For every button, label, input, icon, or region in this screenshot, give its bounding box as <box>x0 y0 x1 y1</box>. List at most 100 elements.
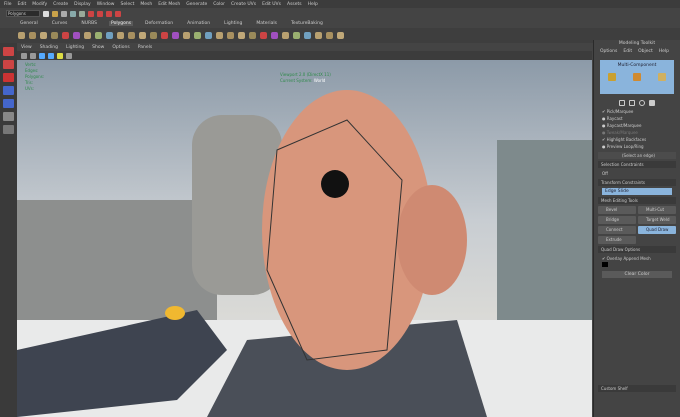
tool-bevel-button[interactable]: Bevel <box>598 206 636 214</box>
tool-multi-cut-button[interactable]: Multi-Cut <box>638 206 676 214</box>
select-tool-icon[interactable] <box>3 47 14 56</box>
layout-single-icon[interactable] <box>3 112 14 121</box>
move-tool-icon[interactable] <box>3 86 14 95</box>
edge-mode-icon[interactable] <box>632 73 641 81</box>
panel-menu-edit[interactable]: Edit <box>623 48 632 56</box>
constraint-off-field[interactable]: Off <box>594 170 680 177</box>
tab-deformation[interactable]: Deformation <box>143 21 175 26</box>
rotate-tool-icon[interactable] <box>3 99 14 108</box>
transform-constraints-header[interactable]: Transform Constraints <box>598 179 676 186</box>
menu-file[interactable]: File <box>4 2 12 7</box>
mesh-editing-tools-header[interactable]: Mesh Editing Tools <box>598 197 676 204</box>
select-box-icon[interactable] <box>619 100 625 106</box>
menu-generate[interactable]: Generate <box>186 2 207 7</box>
viewport-menu-view[interactable]: View <box>21 45 32 50</box>
mode-dropdown[interactable]: Polygons <box>6 10 40 17</box>
shelf-tool-icon[interactable] <box>326 32 333 39</box>
clear-color-button[interactable]: Clear Color <box>602 271 672 278</box>
shelf-tool-icon[interactable] <box>73 32 80 39</box>
tool-quad-draw-button[interactable]: Quad Draw <box>638 226 676 234</box>
shelf-tool-icon[interactable] <box>161 32 168 39</box>
menu-edit-uvs[interactable]: Edit UVs <box>262 2 281 7</box>
shelf-tool-icon[interactable] <box>183 32 190 39</box>
paint-select-icon[interactable] <box>3 73 14 82</box>
menu-edit-mesh[interactable]: Edit Mesh <box>158 2 180 7</box>
layout-four-icon[interactable] <box>3 125 14 134</box>
snap-point-icon[interactable] <box>106 10 112 17</box>
tool-target-weld-button[interactable]: Target Weld <box>638 216 676 224</box>
lights-icon[interactable] <box>57 52 63 59</box>
save-scene-icon[interactable] <box>61 10 67 17</box>
menu-edit[interactable]: Edit <box>18 2 27 7</box>
shelf-tool-icon[interactable] <box>293 32 300 39</box>
custom-shelf-header[interactable]: Custom Shelf <box>598 385 676 392</box>
tool-extrude-button[interactable]: Extrude <box>598 236 636 244</box>
tool-bridge-button[interactable]: Bridge <box>598 216 636 224</box>
shelf-tool-icon[interactable] <box>139 32 146 39</box>
vertex-mode-icon[interactable] <box>608 73 617 81</box>
shelf-tool-icon[interactable] <box>18 32 25 39</box>
shelf-tool-icon[interactable] <box>205 32 212 39</box>
select-by-object-icon[interactable] <box>79 10 85 17</box>
shelf-tool-icon[interactable] <box>106 32 113 39</box>
option-highlight-backfaces[interactable]: ✔ Highlight Backfaces <box>594 136 680 143</box>
face-mode-icon[interactable] <box>657 73 666 81</box>
menu-window[interactable]: Window <box>97 2 115 7</box>
shelf-tool-icon[interactable] <box>249 32 256 39</box>
selection-constraints-header[interactable]: Selection Constraints <box>598 161 676 168</box>
camera-icon[interactable] <box>21 52 27 59</box>
menu-help[interactable]: Help <box>308 2 318 7</box>
tab-polygons[interactable]: Polygons <box>109 21 134 26</box>
shelf-tool-icon[interactable] <box>84 32 91 39</box>
shelf-tool-icon[interactable] <box>95 32 102 39</box>
menu-assets[interactable]: Assets <box>287 2 302 7</box>
menu-create-uvs[interactable]: Create UVs <box>231 2 256 7</box>
shelf-tool-icon[interactable] <box>304 32 311 39</box>
snap-curve-icon[interactable] <box>97 10 103 17</box>
shelf-tool-icon[interactable] <box>315 32 322 39</box>
tab-animation[interactable]: Animation <box>185 21 212 26</box>
tab-materials[interactable]: Materials <box>254 21 279 26</box>
lasso-tool-icon[interactable] <box>3 60 14 69</box>
panel-menu-object[interactable]: Object <box>638 48 653 56</box>
new-scene-icon[interactable] <box>43 10 49 17</box>
tab-general[interactable]: General <box>18 21 40 26</box>
overlay-append-checkbox[interactable]: ✔ Overlay Append Mesh <box>594 255 680 262</box>
tab-curves[interactable]: Curves <box>50 21 70 26</box>
menu-mesh[interactable]: Mesh <box>140 2 152 7</box>
rotate-icon[interactable] <box>639 100 645 106</box>
menu-color[interactable]: Color <box>213 2 225 7</box>
menu-create[interactable]: Create <box>53 2 68 7</box>
option-preview-loop-ring[interactable]: ● Preview Loop/Ring <box>594 143 680 150</box>
tool-connect-button[interactable]: Connect <box>598 226 636 234</box>
shelf-tool-icon[interactable] <box>117 32 124 39</box>
option-raycast-marquee[interactable]: ● Raycast/Marquee <box>594 122 680 129</box>
tab-texturebaking[interactable]: TextureBaking <box>289 21 325 26</box>
shelf-tool-icon[interactable] <box>150 32 157 39</box>
panel-menu-help[interactable]: Help <box>659 48 669 56</box>
snap-view-icon[interactable] <box>115 10 121 17</box>
perspective-viewport[interactable]: Verts: Edges: Polygons: Tris: UVs: Viewport … <box>17 60 592 417</box>
viewport-menu-lighting[interactable]: Lighting <box>66 45 84 50</box>
scale-icon[interactable] <box>649 100 655 106</box>
tab-nurbs[interactable]: NURBS <box>79 21 99 26</box>
viewport-menu-panels[interactable]: Panels <box>138 45 152 50</box>
multi-component-button[interactable]: Multi-Component <box>600 60 674 94</box>
open-scene-icon[interactable] <box>52 10 58 17</box>
select-by-hierarchy-icon[interactable] <box>70 10 76 17</box>
shelf-tool-icon[interactable] <box>216 32 223 39</box>
tab-lighting[interactable]: Lighting <box>222 21 244 26</box>
move-icon[interactable] <box>629 100 635 106</box>
viewport-menu-show[interactable]: Show <box>92 45 104 50</box>
shelf-tool-icon[interactable] <box>51 32 58 39</box>
viewport-menu-options[interactable]: Options <box>112 45 129 50</box>
shelf-tool-icon[interactable] <box>194 32 201 39</box>
option-raycast[interactable]: ● Raycast <box>594 115 680 122</box>
shelf-tool-icon[interactable] <box>260 32 267 39</box>
quad-draw-options-header[interactable]: Quad Draw Options <box>598 246 676 253</box>
option-pick-marquee[interactable]: ✔ Pick/Marquee <box>594 108 680 115</box>
shelf-tool-icon[interactable] <box>172 32 179 39</box>
shelf-tool-icon[interactable] <box>62 32 69 39</box>
panel-menu-options[interactable]: Options <box>600 48 617 56</box>
shelf-tool-icon[interactable] <box>282 32 289 39</box>
